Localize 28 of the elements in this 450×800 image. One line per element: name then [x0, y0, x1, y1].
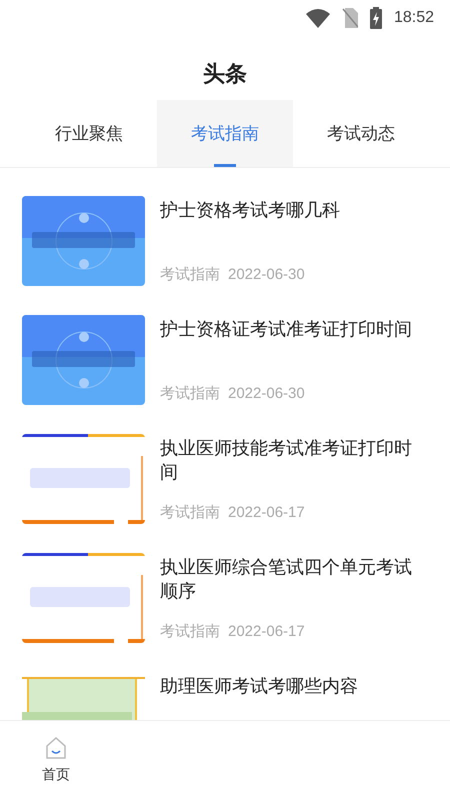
- page-title: 头条: [203, 60, 247, 88]
- home-icon: [44, 736, 68, 760]
- article-title: 执业医师技能考试准考证打印时间: [160, 437, 413, 484]
- article-date: 2022-06-17: [228, 502, 305, 522]
- article-item[interactable]: 执业医师综合笔试四个单元考试顺序 考试指南 2022-06-17: [0, 553, 450, 672]
- article-category: 考试指南: [160, 622, 220, 642]
- status-time: 18:52: [394, 8, 434, 28]
- battery-charging-icon: [370, 7, 382, 29]
- no-sim-icon: [342, 8, 358, 28]
- wifi-icon: [306, 8, 330, 28]
- article-title: 执业医师综合笔试四个单元考试顺序: [160, 556, 413, 603]
- article-title: 护士资格考试考哪几科: [160, 199, 340, 222]
- tab-indicator: [214, 164, 236, 167]
- article-date: 2022-06-30: [228, 264, 305, 284]
- article-item[interactable]: 护士资格证考试准考证打印时间 考试指南 2022-06-30: [0, 315, 450, 434]
- category-tab[interactable]: 考试动态: [293, 100, 429, 167]
- article-category: 考试指南: [160, 264, 220, 284]
- article-item[interactable]: 执业医师技能考试准考证打印时间 考试指南 2022-06-17: [0, 434, 450, 553]
- article-category: 考试指南: [160, 502, 220, 522]
- article-title: 助理医师考试考哪些内容: [160, 675, 358, 698]
- article-date: 2022-06-30: [228, 384, 305, 404]
- category-tab[interactable]: 行业聚焦: [21, 100, 157, 167]
- article-title: 护士资格证考试准考证打印时间: [160, 318, 412, 341]
- article-category: 考试指南: [160, 384, 220, 404]
- article-date: 2022-06-17: [228, 622, 305, 642]
- article-item[interactable]: 护士资格考试考哪几科 考试指南 2022-06-30: [0, 196, 450, 315]
- nav-tab[interactable]: 首页: [0, 721, 112, 800]
- category-tab[interactable]: 考试指南: [157, 100, 293, 167]
